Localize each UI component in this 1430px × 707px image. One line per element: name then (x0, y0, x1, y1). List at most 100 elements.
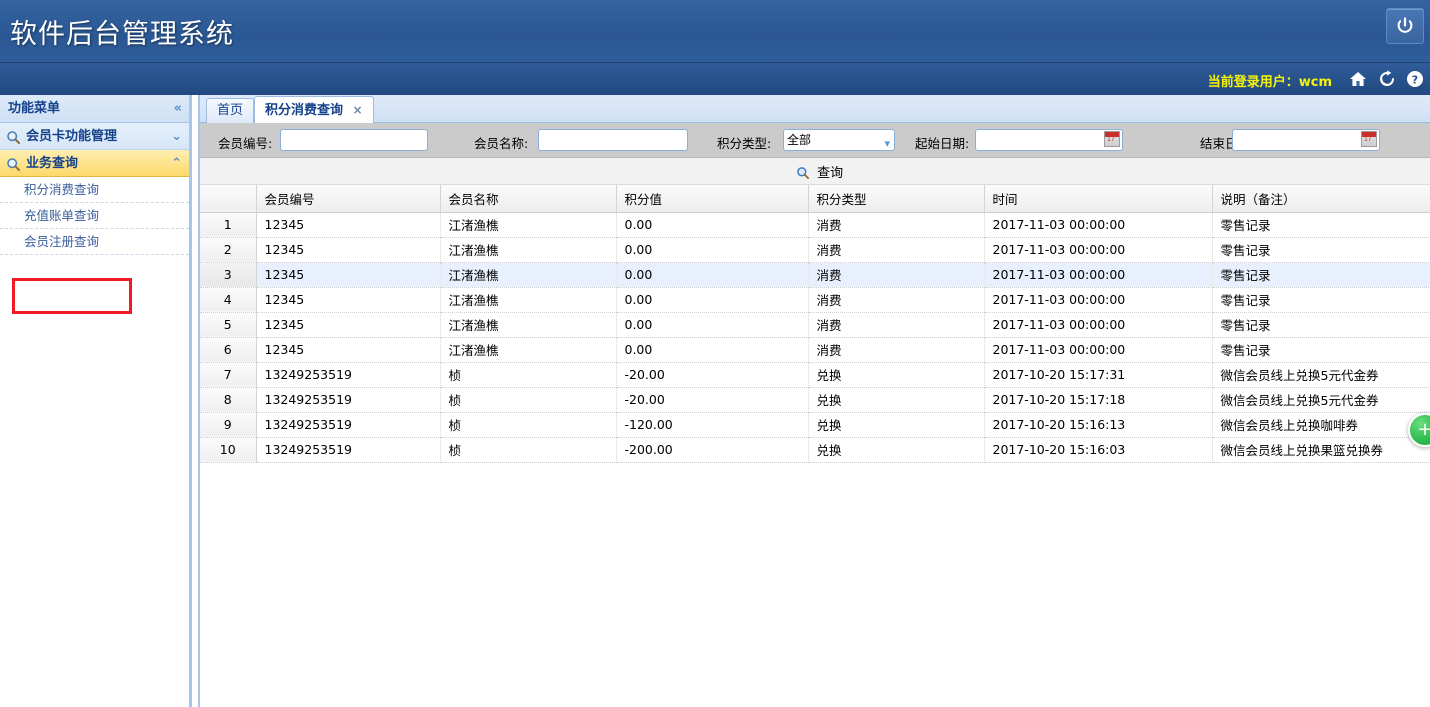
cell-remark: 微信会员线上兑换咖啡券 (1212, 412, 1430, 438)
cell-index: 7 (200, 362, 257, 388)
tab-label: 积分消费查询 (265, 103, 344, 118)
chevron-double-left-icon[interactable]: « (174, 101, 182, 117)
sidebar-group-business-query[interactable]: 业务查询 ⌃ (0, 150, 189, 177)
cell-member-name: 江渚渔樵 (440, 287, 617, 313)
cell-index: 10 (200, 437, 257, 463)
current-user-label: 当前登录用户：wcm (1207, 75, 1332, 90)
sidebar-item-recharge-bill-query[interactable]: 充值账单查询 (0, 203, 189, 229)
member-name-input[interactable] (538, 129, 688, 151)
chevron-double-up-icon[interactable]: ⌃ (171, 156, 182, 172)
cell-member-no: 12345 (256, 262, 441, 288)
cell-time: 2017-10-20 15:16:03 (984, 437, 1213, 463)
cell-points: 0.00 (616, 287, 809, 313)
logout-button[interactable] (1386, 8, 1424, 44)
cell-index: 2 (200, 237, 257, 263)
column-header-index[interactable] (200, 185, 257, 213)
member-no-label: 会员编号: (218, 136, 273, 151)
table-row[interactable]: 5 12345 江渚渔樵 0.00 消费 2017-11-03 00:00:00 零售记录 (200, 312, 1430, 338)
cell-member-no: 13249253519 (256, 362, 441, 388)
home-icon[interactable] (1348, 69, 1368, 92)
cell-remark: 零售记录 (1212, 212, 1430, 238)
start-date-label: 起始日期: (915, 136, 970, 151)
chevron-double-down-icon[interactable]: ⌄ (171, 129, 182, 145)
tab-strip: 首页 积分消费查询 × (200, 95, 1430, 124)
sidebar-item-point-consume-query[interactable]: 积分消费查询 (0, 177, 189, 203)
point-type-select[interactable]: 全部 ▾ (783, 129, 895, 151)
sidebar-item-member-register-query[interactable]: 会员注册查询 (0, 229, 189, 255)
cell-index: 5 (200, 312, 257, 338)
results-grid: 会员编号 会员名称 积分值 积分类型 时间 说明（备注） 1 12345 江渚渔樵 0… (200, 185, 1430, 463)
cell-points: -120.00 (616, 412, 809, 438)
cell-member-no: 12345 (256, 212, 441, 238)
table-row[interactable]: 9 13249253519 桢 -120.00 兑换 2017-10-20 15:16:1… (200, 412, 1430, 438)
cell-points: 0.00 (616, 237, 809, 263)
sidebar-splitter[interactable] (190, 95, 200, 707)
column-header-member-name[interactable]: 会员名称 (440, 185, 617, 213)
sidebar: 功能菜单 « 会员卡功能管理 ⌄ 业务查询 ⌃ 积分消费查询 充值账单查询 会员… (0, 95, 190, 707)
column-header-member-no[interactable]: 会员编号 (256, 185, 441, 213)
cell-member-no: 12345 (256, 287, 441, 313)
cell-remark: 零售记录 (1212, 287, 1430, 313)
table-row[interactable]: 1 12345 江渚渔樵 0.00 消费 2017-11-03 00:00:00 零售记录 (200, 212, 1430, 238)
help-icon[interactable]: ? (1405, 69, 1425, 92)
cell-remark: 微信会员线上兑换5元代金券 (1212, 387, 1430, 413)
cell-member-name: 江渚渔樵 (440, 212, 617, 238)
cell-index: 3 (200, 262, 257, 288)
close-icon[interactable]: × (353, 103, 363, 117)
cell-member-no: 13249253519 (256, 412, 441, 438)
cell-time: 2017-10-20 15:16:13 (984, 412, 1213, 438)
tab-home[interactable]: 首页 (206, 98, 255, 123)
magnifier-icon (796, 167, 814, 184)
cell-index: 6 (200, 337, 257, 363)
table-row[interactable]: 7 13249253519 桢 -20.00 兑换 2017-10-20 15:17:31… (200, 362, 1430, 388)
cell-points: 0.00 (616, 262, 809, 288)
cell-points: -20.00 (616, 387, 809, 413)
table-row[interactable]: 3 12345 江渚渔樵 0.00 消费 2017-11-03 00:00:00 零售记录 (200, 262, 1430, 288)
cell-member-name: 江渚渔樵 (440, 262, 617, 288)
point-type-label: 积分类型: (717, 136, 772, 151)
cell-member-no: 13249253519 (256, 387, 441, 413)
table-header-row: 会员编号 会员名称 积分值 积分类型 时间 说明（备注） (200, 185, 1430, 213)
tab-label: 首页 (217, 103, 244, 118)
cell-time: 2017-10-20 15:17:31 (984, 362, 1213, 388)
cell-points: -20.00 (616, 362, 809, 388)
cell-remark: 零售记录 (1212, 312, 1430, 338)
cell-point-type: 兑换 (808, 412, 985, 438)
main-content: 首页 积分消费查询 × 会员编号: 会员名称: 积分类型: 全部 ▾ 起始日期:… (200, 95, 1430, 707)
cell-time: 2017-11-03 00:00:00 (984, 237, 1213, 263)
table-row[interactable]: 8 13249253519 桢 -20.00 兑换 2017-10-20 15:17:18… (200, 387, 1430, 413)
end-date-input[interactable] (1232, 129, 1380, 151)
member-name-label: 会员名称: (474, 136, 529, 151)
cell-point-type: 消费 (808, 337, 985, 363)
cell-time: 2017-10-20 15:17:18 (984, 387, 1213, 413)
table-row[interactable]: 4 12345 江渚渔樵 0.00 消费 2017-11-03 00:00:00 零售记录 (200, 287, 1430, 313)
column-header-time[interactable]: 时间 (984, 185, 1213, 213)
table-row[interactable]: 10 13249253519 桢 -200.00 兑换 2017-10-20 15:16:… (200, 437, 1430, 463)
cell-points: 0.00 (616, 337, 809, 363)
cell-point-type: 兑换 (808, 362, 985, 388)
power-icon (1397, 17, 1413, 33)
column-header-points[interactable]: 积分值 (616, 185, 809, 213)
sidebar-group-membercard[interactable]: 会员卡功能管理 ⌄ (0, 123, 189, 150)
calendar-icon[interactable] (1104, 131, 1120, 147)
tab-point-consume-query[interactable]: 积分消费查询 × (254, 96, 374, 124)
refresh-icon[interactable] (1377, 69, 1397, 92)
cell-member-no: 12345 (256, 312, 441, 338)
app-title: 软件后台管理系统 (10, 19, 234, 50)
cell-index: 8 (200, 387, 257, 413)
column-header-point-type[interactable]: 积分类型 (808, 185, 985, 213)
table-row[interactable]: 6 12345 江渚渔樵 0.00 消费 2017-11-03 00:00:00 零售记录 (200, 337, 1430, 363)
svg-text:?: ? (1412, 73, 1418, 86)
cell-remark: 零售记录 (1212, 237, 1430, 263)
cell-point-type: 兑换 (808, 437, 985, 463)
cell-time: 2017-11-03 00:00:00 (984, 337, 1213, 363)
start-date-input[interactable] (975, 129, 1123, 151)
member-no-input[interactable] (280, 129, 428, 151)
cell-points: 0.00 (616, 312, 809, 338)
cell-points: 0.00 (616, 212, 809, 238)
column-header-remark[interactable]: 说明（备注） (1212, 185, 1430, 213)
cell-point-type: 消费 (808, 312, 985, 338)
calendar-icon[interactable] (1361, 131, 1377, 147)
search-button[interactable]: 查询 (796, 162, 843, 182)
table-row[interactable]: 2 12345 江渚渔樵 0.00 消费 2017-11-03 00:00:00 零售记录 (200, 237, 1430, 263)
